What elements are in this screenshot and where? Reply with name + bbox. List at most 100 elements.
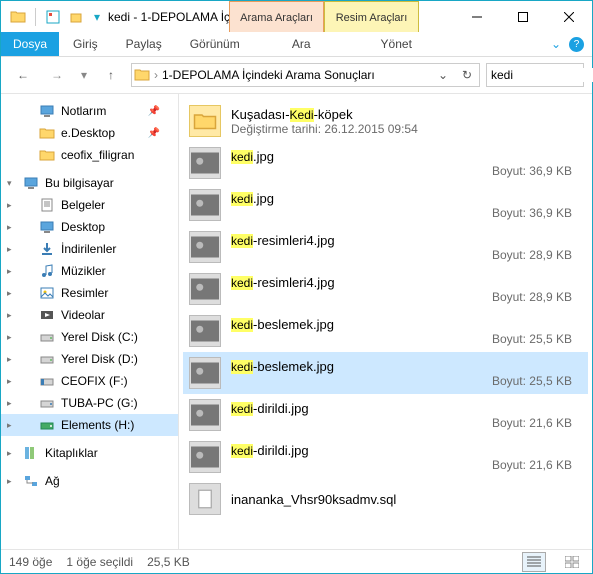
chevron-right-icon[interactable]: ▸ — [7, 244, 12, 255]
ribbon-tab-search[interactable]: Ara — [254, 32, 349, 56]
result-name: Kuşadası-Kedi-köpek — [231, 107, 582, 122]
context-tab-picture[interactable]: Resim Araçları — [324, 1, 419, 32]
search-result[interactable]: inananka_Vhsr90ksadmv.sql — [183, 478, 588, 520]
tree-item[interactable]: ▸Yerel Disk (D:) — [1, 348, 178, 370]
music-icon — [39, 263, 55, 279]
tree-item[interactable]: ▸İndirilenler — [1, 238, 178, 260]
nav-up-button[interactable]: ↑ — [97, 61, 125, 89]
window-title: kedi - 1-DEPOLAMA İçin... — [104, 1, 229, 32]
qat-dropdown[interactable]: ▾ — [90, 6, 104, 28]
tree-item[interactable]: ▸Resimler — [1, 282, 178, 304]
tree-label: TUBA-PC (G:) — [61, 396, 138, 410]
ribbon-tab-view[interactable]: Görünüm — [176, 32, 254, 56]
qat-newfolder[interactable] — [66, 6, 88, 28]
view-details-button[interactable] — [522, 552, 546, 572]
results-pane[interactable]: Kuşadası-Kedi-köpekDeğiştirme tarihi: 26… — [179, 94, 592, 549]
tree-network[interactable]: ▸ Ağ — [1, 470, 178, 492]
tree-item[interactable]: ▸Videolar — [1, 304, 178, 326]
search-result[interactable]: kedi.jpgBoyut: 36,9 KB — [183, 142, 588, 184]
tree-label: Belgeler — [61, 198, 105, 212]
chevron-right-icon[interactable]: ▸ — [7, 476, 12, 487]
result-size: Boyut: 21,6 KB — [492, 458, 572, 472]
search-result[interactable]: kedi.jpgBoyut: 36,9 KB — [183, 184, 588, 226]
search-result[interactable]: kedi-beslemek.jpgBoyut: 25,5 KB — [183, 310, 588, 352]
tree-item[interactable]: Notlarım📌 — [1, 100, 178, 122]
result-name: kedi.jpg — [231, 149, 582, 164]
chevron-right-icon[interactable]: ▸ — [7, 420, 12, 431]
tree-item[interactable]: ▸Müzikler — [1, 260, 178, 282]
search-result[interactable]: kedi-dirildi.jpgBoyut: 21,6 KB — [183, 394, 588, 436]
chevron-right-icon[interactable]: ▸ — [7, 310, 12, 321]
address-bar[interactable]: › 1-DEPOLAMA İçindeki Arama Sonuçları ⌄ … — [131, 63, 480, 87]
search-input[interactable] — [491, 68, 593, 82]
thumbnail — [189, 273, 221, 305]
chevron-right-icon[interactable]: ▸ — [7, 398, 12, 409]
address-dropdown-icon[interactable]: ⌄ — [433, 65, 453, 85]
nav-back-button[interactable]: ← — [9, 61, 37, 89]
chevron-right-icon[interactable]: ▸ — [7, 200, 12, 211]
chevron-right-icon[interactable]: ▸ — [7, 376, 12, 387]
ribbon-expand-icon[interactable]: ⌄ — [551, 37, 561, 51]
ribbon-tabs: Dosya Giriş Paylaş Görünüm Ara Yönet ⌄ ? — [1, 32, 592, 57]
chevron-right-icon[interactable]: ▸ — [7, 266, 12, 277]
tree-item[interactable]: ceofix_filigran — [1, 144, 178, 166]
minimize-button[interactable] — [454, 1, 500, 32]
tree-label: Desktop — [61, 220, 105, 234]
navigation-pane[interactable]: Notlarım📌e.Desktop📌ceofix_filigran ▾ Bu … — [1, 94, 179, 549]
ribbon-file[interactable]: Dosya — [1, 32, 59, 56]
tree-item[interactable]: ▸ Desktop — [1, 216, 178, 238]
folder-icon — [39, 125, 55, 141]
tree-item[interactable]: ▸ TUBA-PC (G:) — [1, 392, 178, 414]
status-bar: 149 öğe 1 öğe seçildi 25,5 KB — [1, 549, 592, 573]
nav-history-dropdown[interactable]: ▾ — [77, 61, 91, 89]
tree-item[interactable]: ▸ Belgeler — [1, 194, 178, 216]
ribbon-tab-manage[interactable]: Yönet — [349, 32, 444, 56]
tree-libraries[interactable]: ▸ Kitaplıklar — [1, 442, 178, 464]
chevron-right-icon[interactable]: ▸ — [7, 448, 12, 459]
chevron-right-icon[interactable]: ▸ — [7, 332, 12, 343]
drive-icon — [39, 329, 55, 345]
close-button[interactable] — [546, 1, 592, 32]
tree-this-pc[interactable]: ▾ Bu bilgisayar — [1, 172, 178, 194]
vid-icon — [39, 307, 55, 323]
ribbon-tab-home[interactable]: Giriş — [59, 32, 112, 56]
search-result[interactable]: kedi-resimleri4.jpgBoyut: 28,9 KB — [183, 226, 588, 268]
usb-icon — [39, 373, 55, 389]
tree-label: Yerel Disk (C:) — [61, 330, 138, 344]
ribbon-tab-share[interactable]: Paylaş — [112, 32, 176, 56]
tree-item[interactable]: ▸ Yerel Disk (C:) — [1, 326, 178, 348]
tree-item[interactable]: e.Desktop📌 — [1, 122, 178, 144]
ext-icon — [39, 417, 55, 433]
net-icon — [39, 395, 55, 411]
result-name: kedi-dirildi.jpg — [231, 443, 582, 458]
search-result[interactable]: kedi-resimleri4.jpgBoyut: 28,9 KB — [183, 268, 588, 310]
help-icon[interactable]: ? — [569, 37, 584, 52]
context-tab-search[interactable]: Arama Araçları — [229, 1, 324, 32]
result-size: Boyut: 25,5 KB — [492, 374, 572, 388]
search-result[interactable]: Kuşadası-Kedi-köpekDeğiştirme tarihi: 26… — [183, 100, 588, 142]
qat-properties[interactable] — [42, 6, 64, 28]
status-selected-count: 1 öğe seçildi — [66, 555, 133, 569]
status-selected-size: 25,5 KB — [147, 555, 190, 569]
result-name: kedi.jpg — [231, 191, 582, 206]
search-box[interactable]: ✕ — [486, 63, 584, 87]
pin-icon: 📌 — [148, 128, 160, 139]
search-result[interactable]: kedi-dirildi.jpgBoyut: 21,6 KB — [183, 436, 588, 478]
folder-icon — [39, 147, 55, 163]
chevron-right-icon[interactable]: ▸ — [7, 354, 12, 365]
title-bar: ▾ kedi - 1-DEPOLAMA İçin... Arama Araçla… — [1, 1, 592, 32]
chevron-down-icon[interactable]: ▾ — [7, 178, 12, 189]
view-thumbnails-button[interactable] — [560, 552, 584, 572]
maximize-button[interactable] — [500, 1, 546, 32]
tree-item[interactable]: ▸Elements (H:) — [1, 414, 178, 436]
chevron-right-icon[interactable]: ▸ — [7, 288, 12, 299]
desktop-icon — [39, 219, 55, 235]
drive-icon — [39, 351, 55, 367]
tree-item[interactable]: ▸CEOFIX (F:) — [1, 370, 178, 392]
chevron-right-icon[interactable]: ▸ — [7, 222, 12, 233]
folder-icon — [7, 6, 29, 28]
nav-forward-button[interactable]: → — [43, 61, 71, 89]
refresh-button[interactable]: ↻ — [457, 65, 477, 85]
search-result[interactable]: kedi-beslemek.jpgBoyut: 25,5 KB — [183, 352, 588, 394]
status-item-count: 149 öğe — [9, 555, 52, 569]
